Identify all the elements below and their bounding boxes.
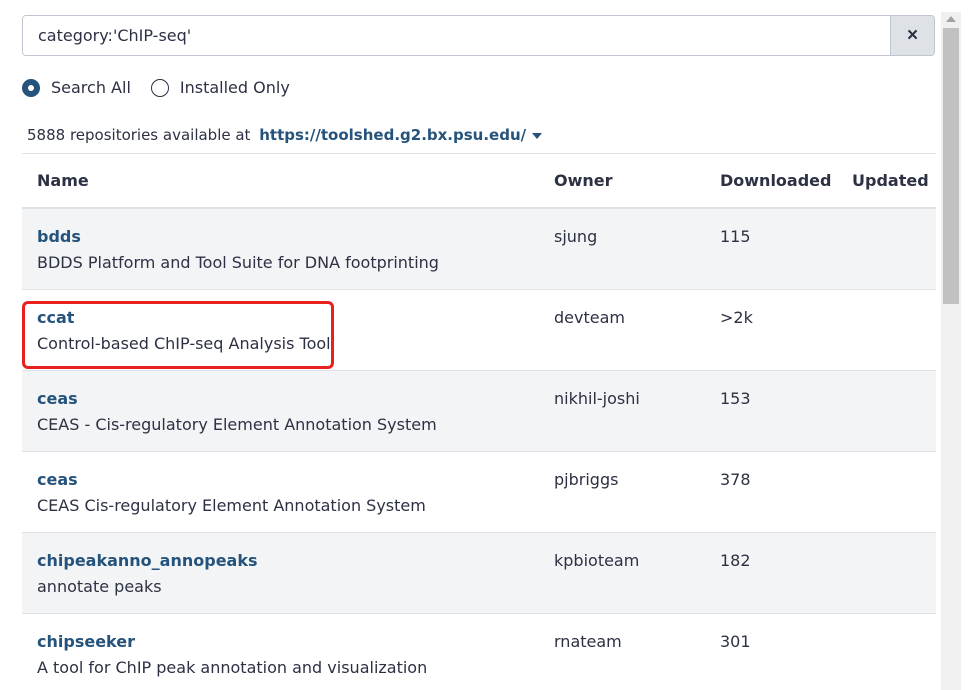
repo-name-link[interactable]: bdds [37,227,81,246]
close-icon: × [906,24,919,46]
repo-owner: nikhil-joshi [554,389,640,408]
repository-table: Name Owner Downloaded Updated bdds BDDS … [22,153,936,690]
radio-installed-only-label: Installed Only [179,78,290,97]
repo-description: annotate peaks [37,577,162,596]
repo-name-link[interactable]: ccat [37,308,74,327]
repo-description: CEAS - Cis-regulatory Element Annotation… [37,415,437,434]
repo-description: A tool for ChIP peak annotation and visu… [37,658,428,677]
repo-downloads: 115 [720,227,751,246]
radio-installed-only[interactable]: Installed Only [150,78,290,97]
repo-name-link[interactable]: ceas [37,470,78,489]
table-header: Name Owner Downloaded Updated [22,154,936,209]
repo-name-link[interactable]: ceas [37,389,78,408]
repo-owner: rnateam [554,632,622,651]
table-row[interactable]: bdds BDDS Platform and Tool Suite for DN… [22,209,936,290]
header-updated[interactable]: Updated [852,171,929,190]
repo-downloads: 153 [720,389,751,408]
repository-count: 5888 repositories available at https://t… [27,126,543,144]
table-row[interactable]: chipeakanno_annopeaks annotate peaks kpb… [22,533,936,614]
repo-name-link[interactable]: chipeakanno_annopeaks [37,551,258,570]
repo-owner: pjbriggs [554,470,619,489]
repository-count-text: 5888 repositories available at [27,126,251,144]
table-row[interactable]: ceas CEAS - Cis-regulatory Element Annot… [22,371,936,452]
radio-search-all-label: Search All [51,78,131,97]
table-row[interactable]: chipseeker A tool for ChIP peak annotati… [22,614,936,690]
toolshed-repository-search: × Search All Installed Only 5888 reposit… [0,0,972,690]
clear-search-button[interactable]: × [890,16,934,55]
toolshed-url: https://toolshed.g2.bx.psu.edu/ [259,126,527,144]
repo-downloads: 182 [720,551,751,570]
search-input[interactable] [23,16,890,55]
scroll-up-arrow-icon[interactable] [946,16,956,22]
repo-owner: sjung [554,227,598,246]
header-owner[interactable]: Owner [554,171,613,190]
repo-description: CEAS Cis-regulatory Element Annotation S… [37,496,426,515]
caret-down-icon [532,132,543,139]
toolshed-url-dropdown[interactable]: https://toolshed.g2.bx.psu.edu/ [259,126,543,144]
repo-owner: kpbioteam [554,551,640,570]
repo-description: Control-based ChIP-seq Analysis Tool [37,334,331,353]
table-row[interactable]: ceas CEAS Cis-regulatory Element Annotat… [22,452,936,533]
repo-downloads: >2k [720,308,753,327]
scrollbar-thumb[interactable] [943,28,959,304]
repo-owner: devteam [554,308,625,327]
repo-downloads: 301 [720,632,751,651]
search-scope-radio-group: Search All Installed Only [22,78,310,97]
radio-checked-icon [22,78,40,97]
header-downloaded[interactable]: Downloaded [720,171,831,190]
radio-search-all[interactable]: Search All [22,78,131,97]
radio-unchecked-icon [150,78,169,97]
repo-description: BDDS Platform and Tool Suite for DNA foo… [37,253,439,272]
header-name[interactable]: Name [37,171,89,190]
table-row[interactable]: ccat Control-based ChIP-seq Analysis Too… [22,290,936,371]
search-bar: × [22,15,935,56]
repo-downloads: 378 [720,470,751,489]
vertical-scrollbar[interactable] [941,12,961,690]
repo-name-link[interactable]: chipseeker [37,632,135,651]
